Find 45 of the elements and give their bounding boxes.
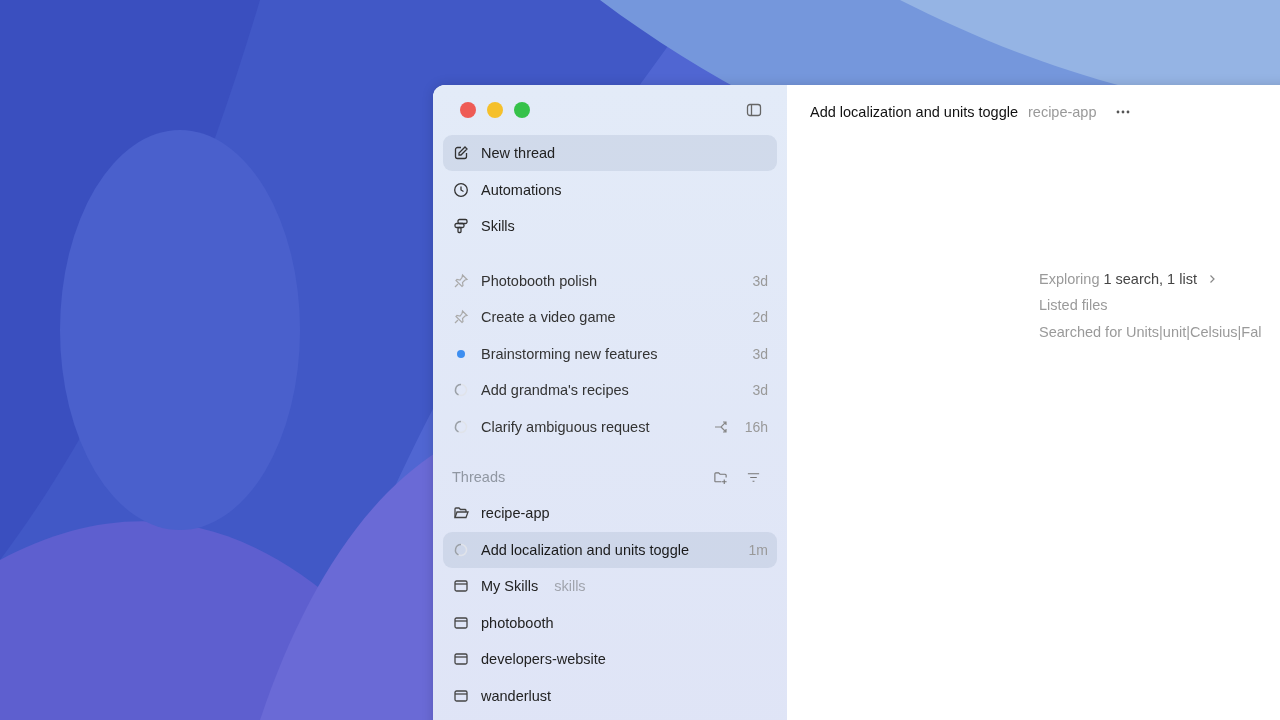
thread-title: Add localization and units toggle [810, 104, 1018, 120]
folder-icon [453, 578, 469, 594]
thread-item[interactable]: Add localization and units toggle 1m [443, 531, 777, 568]
project-folder[interactable]: wanderlust [443, 677, 777, 714]
minimize-button[interactable] [487, 102, 503, 118]
pin-icon [453, 309, 469, 325]
nav-item[interactable]: New thread [443, 135, 777, 171]
project-folder[interactable]: recipe-app [443, 495, 777, 531]
nav-item[interactable]: Skills [443, 208, 777, 244]
folder-icon [453, 614, 469, 631]
folder-icon [453, 651, 469, 667]
thread-item[interactable]: Clarify ambiguous request 16h [443, 408, 777, 445]
thread-age: 3d [752, 272, 768, 289]
spinner-icon [453, 418, 469, 435]
activity-summary[interactable]: Exploring 1 search, 1 list [1039, 269, 1262, 288]
spinner-icon [453, 541, 469, 558]
open-folder-icon [453, 505, 469, 521]
activity-line: Listed files [1039, 296, 1109, 315]
zoom-button[interactable] [514, 102, 530, 118]
project-label: recipe-app [1028, 104, 1097, 120]
project-folder[interactable]: My Skills skills [443, 568, 777, 604]
thread-age: 16h [744, 418, 768, 435]
thread-age: 3d [752, 345, 768, 362]
close-button[interactable] [460, 102, 476, 118]
sidebar-toggle-icon[interactable] [746, 102, 762, 118]
thread-item[interactable]: Photobooth polish 3d [443, 262, 777, 299]
thread-item[interactable]: Create a video game 2d [443, 299, 777, 335]
section-header: Threads [452, 469, 507, 485]
activity-line: Searched for Units|unit|Celsius|Fal [1039, 323, 1262, 342]
nav-item[interactable]: Automations [443, 171, 777, 208]
clock-icon [453, 181, 469, 198]
thread-age: 1m [748, 541, 768, 558]
project-folder[interactable]: photobooth [443, 604, 777, 641]
spinner-icon [453, 382, 469, 398]
pin-icon [453, 272, 469, 289]
project-folder[interactable]: developers-website [443, 641, 777, 677]
folder-icon [453, 687, 469, 704]
thread-item[interactable]: Brainstorming new features 3d [443, 335, 777, 372]
new-folder-icon[interactable] [713, 469, 728, 485]
blocks-icon [453, 218, 469, 234]
thread-age: 2d [752, 309, 768, 325]
thread-item[interactable]: Add grandma's recipes 3d [443, 372, 777, 408]
compose-icon [453, 145, 469, 161]
project-subtitle: skills [554, 578, 586, 594]
thread-age: 3d [752, 382, 768, 398]
